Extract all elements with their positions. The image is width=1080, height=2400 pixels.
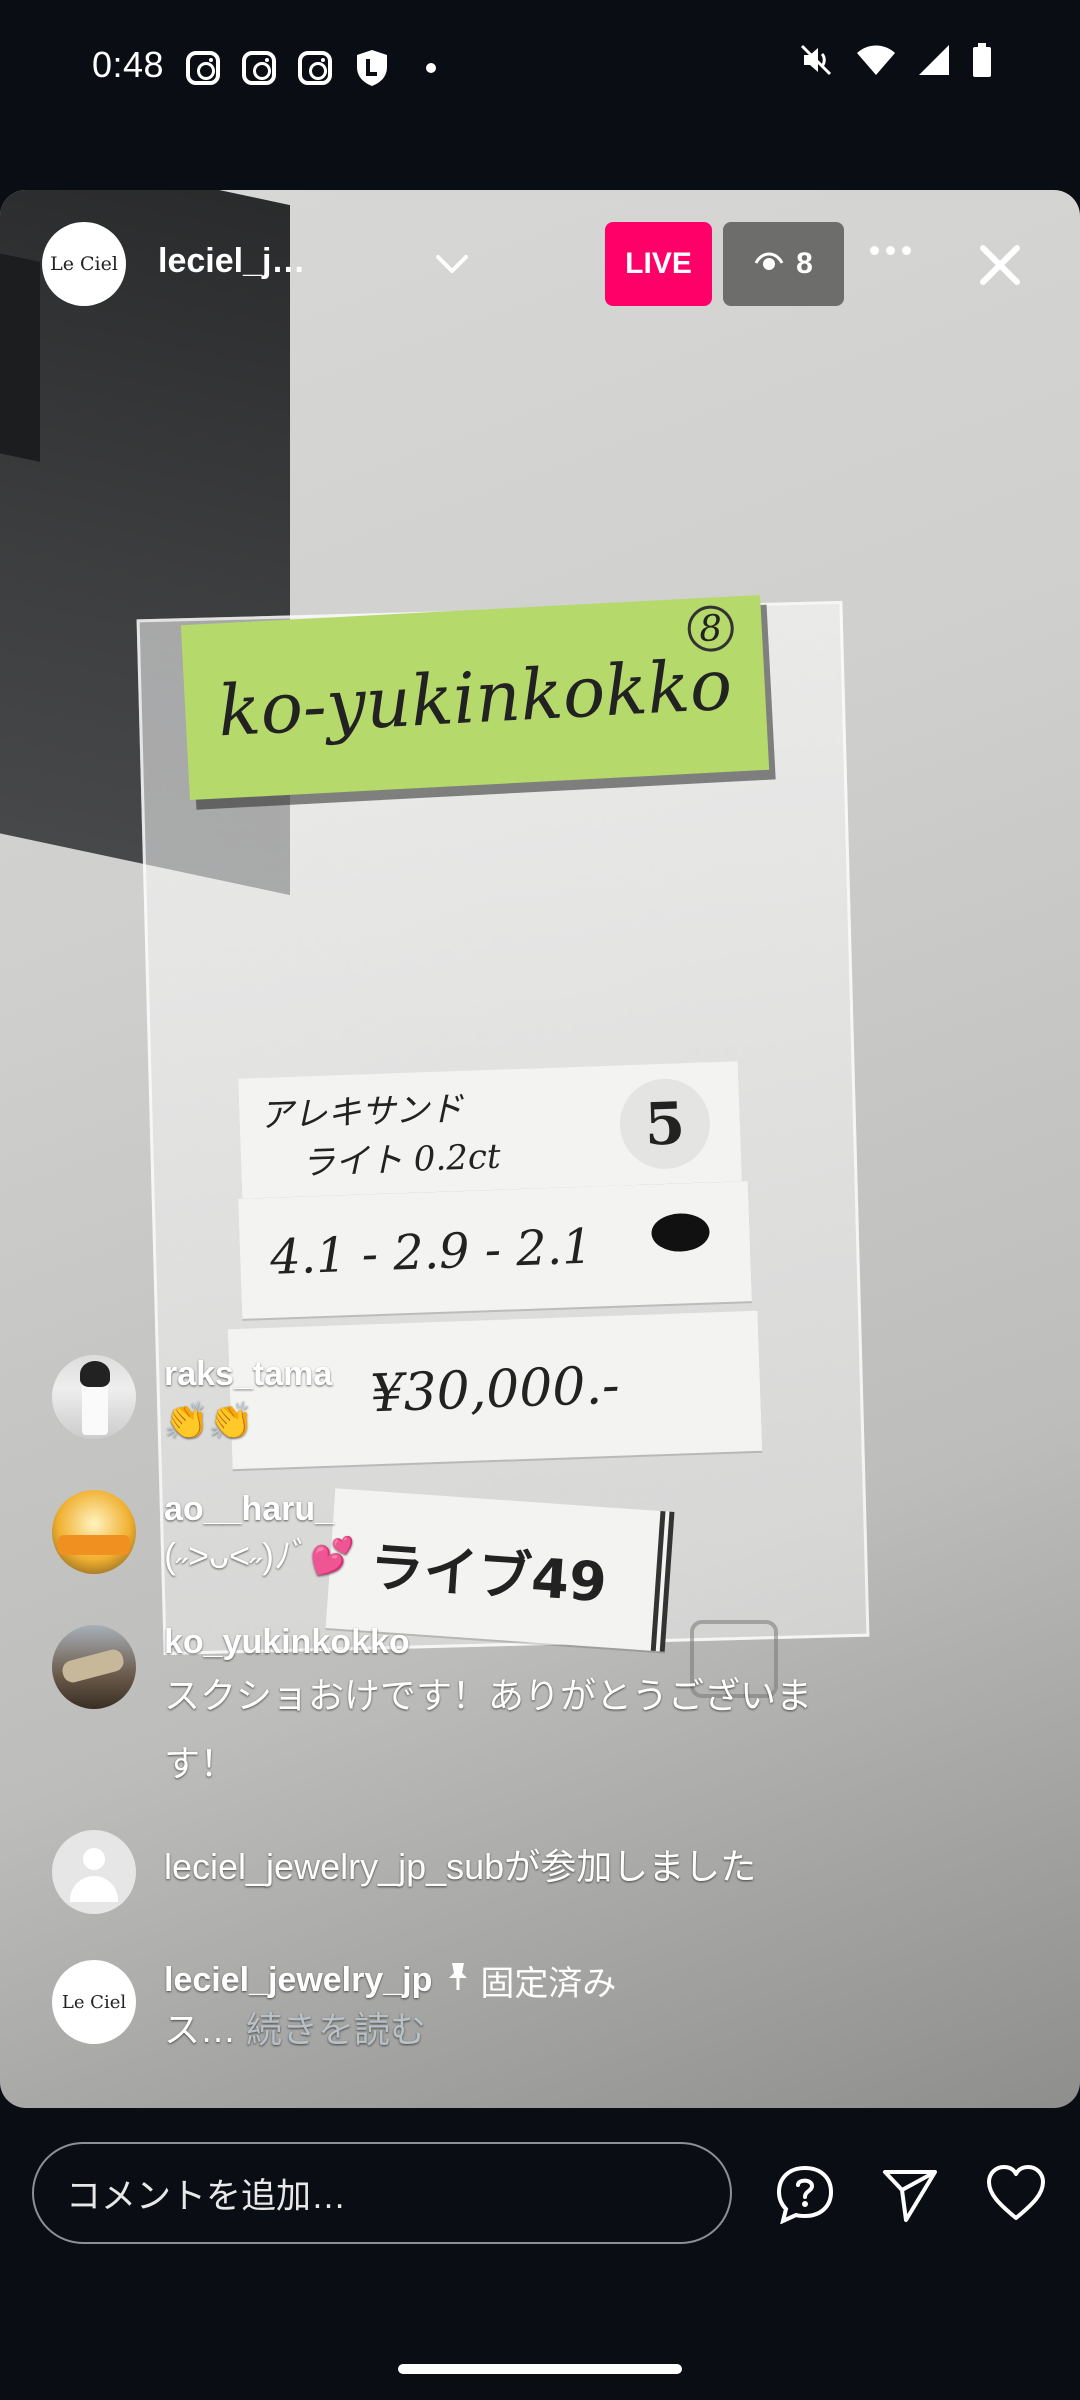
signal-icon (918, 44, 950, 81)
comment-text: スクショおけです！ありがとうございま (164, 1675, 813, 1716)
stone-sample (650, 1212, 711, 1253)
comment-username[interactable]: ko_yukinkokko (164, 1623, 924, 1662)
comment-username[interactable]: raks_tama (164, 1355, 924, 1394)
live-video[interactable]: ko-yukinkokko 8 アレキサンド ライト 0.2ct 5 4.1 -… (0, 190, 1080, 2108)
pin-icon (446, 1961, 470, 2000)
viewer-count: 8 (796, 247, 813, 280)
avatar-logo: Le Ciel (61, 1991, 127, 2013)
pinned-label: 固定済み (446, 1956, 616, 2005)
more-options-icon[interactable] (870, 246, 911, 255)
comment-text: (˶>ᴗ<˶)ﾉﾞ💕 (164, 1535, 355, 1576)
avatar[interactable] (52, 1490, 136, 1574)
live-header: Le Ciel leciel_j… LIVE 8 (0, 190, 1080, 340)
comment-username[interactable]: leciel_jewelry_jp (164, 1961, 432, 2000)
host-name[interactable]: leciel_j… (158, 242, 305, 281)
pinned-comment-preview: ス… (164, 2009, 237, 2050)
mute-icon (798, 42, 834, 83)
join-notice-text: leciel_jewelry_jp_subが参加しました (164, 1846, 757, 1887)
instagram-icon (242, 51, 276, 85)
instagram-icon (298, 51, 332, 85)
close-icon[interactable] (975, 240, 1025, 295)
label-card-stone: アレキサンド ライト 0.2ct 5 (238, 1061, 742, 1199)
card-size-text: 4.1 - 2.9 - 2.1 (269, 1218, 594, 1286)
notification-dot-icon (426, 63, 436, 73)
viewer-count-badge[interactable]: 8 (723, 222, 844, 306)
comment-input[interactable]: コメントを追加… (32, 2142, 732, 2244)
wifi-icon (856, 44, 896, 81)
sticky-note: ko-yukinkokko 8 (180, 594, 770, 801)
eye-icon (754, 247, 784, 281)
avatar[interactable]: Le Ciel (52, 1960, 136, 2044)
comment-text: 👏👏 (164, 1400, 254, 1441)
avatar[interactable] (52, 1625, 136, 1709)
chevron-down-icon[interactable] (430, 242, 474, 291)
host-avatar-logo: Le Ciel (50, 253, 118, 275)
host-avatar[interactable]: Le Ciel (42, 222, 126, 306)
heart-icon[interactable] (985, 2164, 1047, 2227)
status-time: 0:48 (92, 44, 165, 85)
avatar[interactable] (52, 1355, 136, 1439)
comment-input-placeholder: コメントを追加… (66, 2176, 347, 2216)
status-bar: 0:48 (0, 0, 1080, 135)
shield-icon (354, 48, 390, 88)
question-icon[interactable] (775, 2164, 835, 2229)
pinned-comment-text: ス… 続きを読む (164, 2005, 924, 2055)
read-more-link[interactable]: 続きを読む (236, 2009, 426, 2050)
system-icons (798, 42, 992, 83)
instagram-icon (186, 51, 220, 85)
send-icon[interactable] (880, 2164, 940, 2229)
comment-text-continued: す！ (164, 1743, 237, 1784)
label-card-size: 4.1 - 2.9 - 2.1 (238, 1181, 752, 1319)
avatar (52, 1830, 136, 1914)
pinned-text: 固定済み (480, 1965, 617, 2003)
comment-username[interactable]: ao__haru_ (164, 1490, 924, 1529)
live-badge: LIVE (605, 222, 712, 306)
sticky-note-text: ko-yukinkokko (216, 643, 734, 752)
battery-icon (972, 43, 992, 82)
home-indicator[interactable] (398, 2364, 682, 2374)
notification-icons (186, 48, 436, 88)
